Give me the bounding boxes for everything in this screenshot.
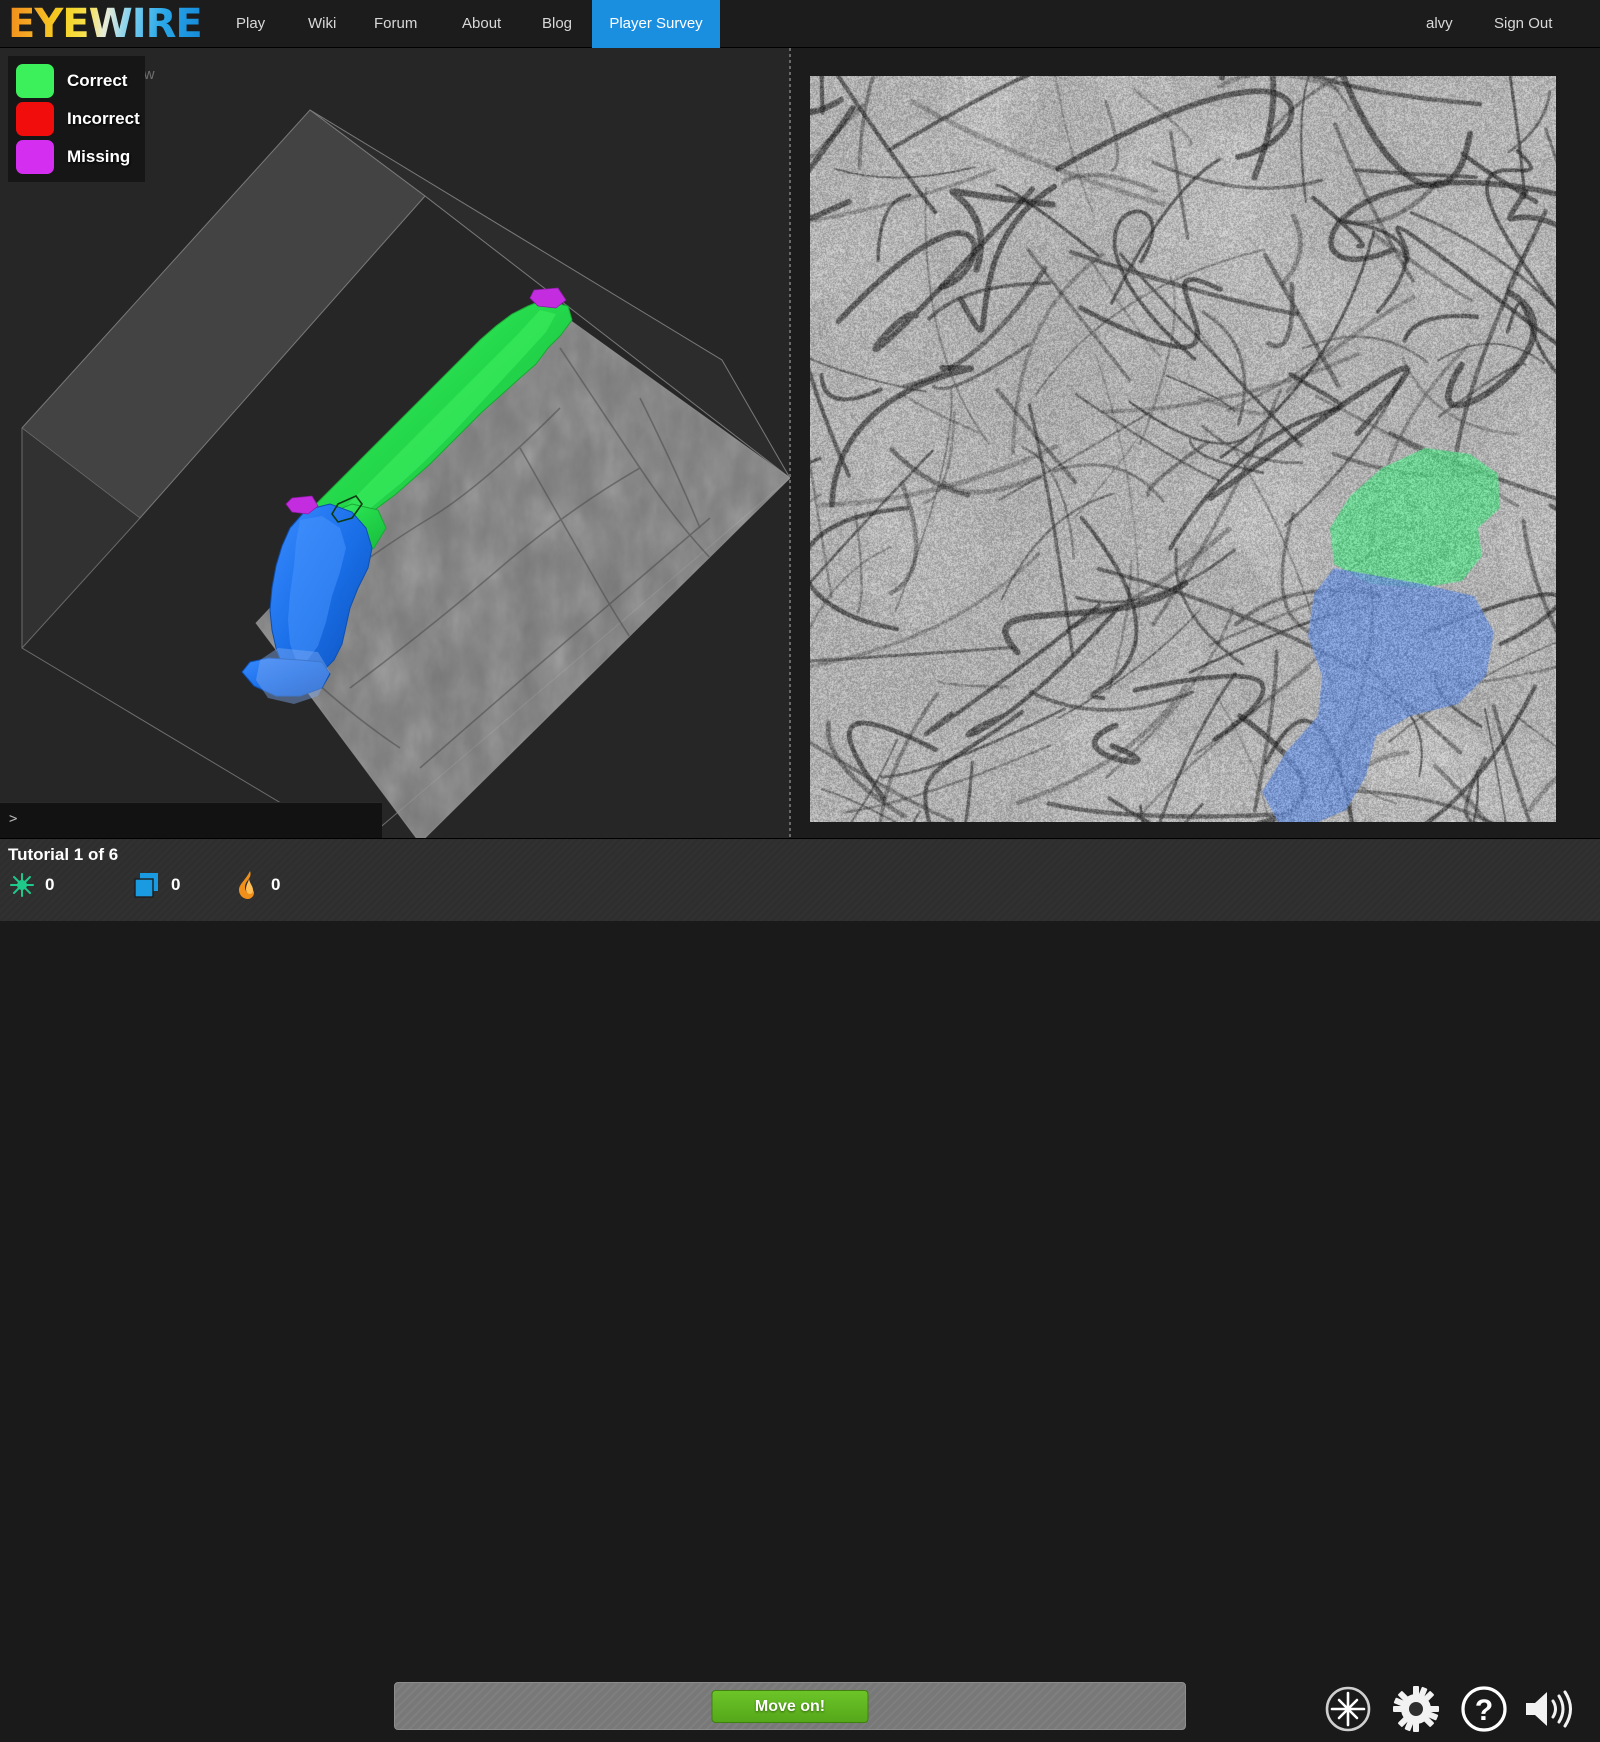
cube-icon — [132, 871, 162, 899]
color-legend: Correct Incorrect Missing — [8, 56, 145, 182]
legend-label-missing: Missing — [67, 147, 130, 167]
sound-button[interactable] — [1520, 1681, 1576, 1742]
cell-icon — [8, 871, 36, 899]
em-image-frame[interactable] — [810, 76, 1556, 822]
nav-item-about[interactable]: About — [448, 0, 515, 48]
legend-swatch-incorrect — [16, 102, 54, 136]
gear-icon — [1388, 1681, 1444, 1737]
chat-prompt-icon: > — [9, 811, 17, 827]
stat-cells: 0 — [8, 871, 54, 899]
cube-3d-viewport[interactable]: Cube Overview Correct Incorrect Missing … — [0, 48, 790, 838]
em-slice-viewport[interactable] — [791, 48, 1600, 838]
eyewire-logo[interactable]: EYEWIRE — [8, 2, 202, 46]
sound-icon — [1520, 1681, 1576, 1737]
chat-console[interactable]: > — [0, 802, 382, 838]
stat-streak: 0 — [236, 871, 280, 899]
nav-item-forum[interactable]: Forum — [360, 0, 431, 48]
help-icon: ? — [1456, 1681, 1512, 1737]
site-header: EYEWIRE Play Wiki Forum About Blog Playe… — [0, 0, 1600, 48]
panel-divider[interactable] — [789, 48, 791, 838]
legend-swatch-missing — [16, 140, 54, 174]
legend-row-incorrect: Incorrect — [16, 100, 137, 138]
nav-item-blog[interactable]: Blog — [528, 0, 586, 48]
flame-icon — [236, 870, 262, 900]
nav-item-play[interactable]: Play — [222, 0, 279, 48]
svg-text:?: ? — [1475, 1694, 1493, 1727]
nav-item-wiki[interactable]: Wiki — [294, 0, 350, 48]
stat-cubes: 0 — [132, 871, 180, 899]
tutorial-progress-label: Tutorial 1 of 6 — [8, 845, 118, 865]
recenter-button[interactable] — [1320, 1681, 1376, 1742]
legend-swatch-correct — [16, 64, 54, 98]
move-on-button[interactable]: Move on! — [712, 1690, 869, 1723]
em-image[interactable] — [810, 76, 1556, 822]
settings-button[interactable] — [1388, 1681, 1444, 1742]
status-footer: Tutorial 1 of 6 0 0 — [0, 838, 1600, 921]
legend-label-incorrect: Incorrect — [67, 109, 140, 129]
progress-panel: Move on! — [394, 1682, 1186, 1730]
stat-cubes-value: 0 — [171, 875, 180, 895]
stat-cells-value: 0 — [45, 875, 54, 895]
legend-row-missing: Missing — [16, 138, 137, 176]
sign-out-button[interactable]: Sign Out — [1480, 0, 1566, 48]
stat-streak-value: 0 — [271, 875, 280, 895]
nav-item-player-survey[interactable]: Player Survey — [592, 0, 720, 48]
legend-row-correct: Correct — [16, 62, 137, 100]
chat-input[interactable] — [24, 809, 374, 833]
help-button[interactable]: ? — [1456, 1681, 1512, 1742]
legend-label-correct: Correct — [67, 71, 127, 91]
recenter-icon — [1320, 1681, 1376, 1737]
username-label[interactable]: alvy — [1412, 0, 1467, 48]
